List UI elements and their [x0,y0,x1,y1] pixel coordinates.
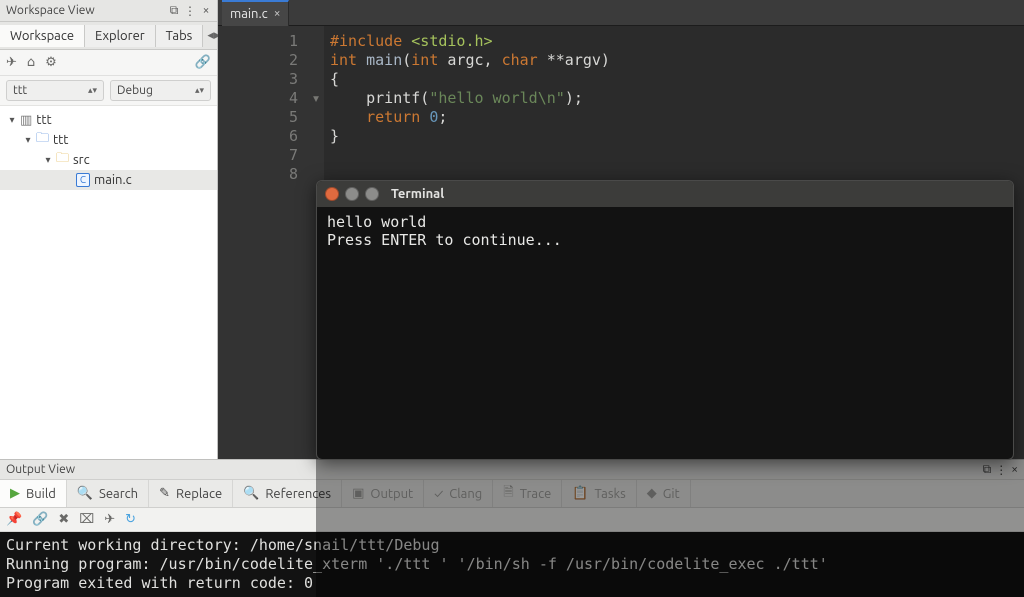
tree-node-label: src [73,153,90,167]
sidebar-tabbar: Workspace Explorer Tabs ◂▸ [0,22,217,50]
editor-tab-main-c[interactable]: main.c × [222,0,289,26]
editor-tabbar: main.c × [218,0,1024,26]
terminal-dim-icon: ▣ [352,486,364,501]
sidebar-selectors: ttt ▴▾ Debug ▴▾ [0,76,217,106]
terminal-body[interactable]: hello world Press ENTER to continue... [317,207,1013,255]
window-minimize-button[interactable] [345,187,359,201]
workspace-icon: ▥ [20,113,32,128]
link-icon[interactable]: 🔗 [32,512,48,527]
refresh-icon[interactable]: ↻ [125,512,136,527]
gear-icon[interactable]: ⚙ [45,55,57,70]
config-selector[interactable]: Debug ▴▾ [110,80,211,101]
pencil-icon: ✎ [159,486,170,501]
editor-tab-label: main.c [230,7,268,21]
panel-menu-icon[interactable]: ⋮ [183,4,197,18]
panel-menu-icon[interactable]: ⋮ [995,463,1007,477]
output-tab-tasks[interactable]: 📋 Tasks [562,480,636,507]
output-view-title: Output View [6,463,75,476]
workspace-view-panel: Workspace View ⧉ ⋮ × Workspace Explorer … [0,0,218,459]
panel-detach-icon[interactable]: ⧉ [983,463,992,477]
folder-yellow-icon: 🗀 [56,149,69,171]
output-tab-label: Trace [520,487,552,501]
output-text[interactable]: Current working directory: /home/snail/t… [0,532,1024,597]
close-icon[interactable]: × [274,7,281,20]
clear-icon[interactable]: ⌧ [79,512,94,527]
plane-icon[interactable]: ✈ [104,512,115,527]
page-dim-icon: 🗎 [503,483,513,505]
panel-close-icon[interactable]: × [1011,463,1018,477]
line-number-gutter: 1 2 3 4 5 6 7 8 [218,26,308,459]
output-tab-label: Replace [176,487,222,501]
panel-close-icon[interactable]: × [199,4,213,18]
output-tab-references[interactable]: 🔍 References [233,480,342,507]
play-green-icon: ▶ [10,486,20,501]
tree-node-label: main.c [94,173,132,187]
tree-node-label: ttt [53,133,68,147]
link-icon[interactable]: 🔗 [195,55,211,70]
output-tab-search[interactable]: 🔍 Search [67,480,149,507]
tree-node-ttt[interactable]: ▾🗀 ttt [0,130,217,150]
window-maximize-button[interactable] [365,187,379,201]
sidebar-toolbar: ✈ ⌂ ⚙ 🔗 [0,50,217,76]
output-tab-label: Git [663,487,680,501]
tree-node-ttt[interactable]: ▾▥ ttt [0,110,217,130]
workspace-view-titlebar: Workspace View ⧉ ⋮ × [0,0,217,22]
terminal-titlebar[interactable]: Terminal [317,181,1013,207]
sidebar-tab-explorer[interactable]: Explorer [85,25,156,47]
project-tree[interactable]: ▾▥ttt▾🗀ttt▾🗀srcCmain.c [0,106,217,459]
output-tab-replace[interactable]: ✎ Replace [149,480,233,507]
plane-icon[interactable]: ✈ [6,55,17,70]
output-tab-label: Search [99,487,138,501]
pin-icon[interactable]: 📌 [6,512,22,527]
output-tab-label: References [265,487,331,501]
output-tab-label: Tasks [594,487,625,501]
config-selector-value: Debug [117,84,153,97]
output-tab-clang[interactable]: ✓ Clang [424,480,493,507]
x-icon[interactable]: ✖ [58,512,69,527]
clipboard-dim-icon: 📋 [572,486,588,501]
terminal-window[interactable]: Terminal hello world Press ENTER to cont… [316,180,1014,460]
output-tab-trace[interactable]: 🗎 Trace [493,480,562,507]
project-selector[interactable]: ttt ▴▾ [6,80,104,101]
magnifier-icon: 🔍 [77,486,93,501]
tree-twisty-icon[interactable]: ▾ [6,114,18,126]
c-file-icon: C [76,173,90,187]
tree-node-main-c[interactable]: Cmain.c [0,170,217,190]
tree-twisty-icon[interactable]: ▾ [42,154,54,166]
terminal-title: Terminal [391,187,444,201]
output-tab-label: Output [370,487,413,501]
output-tabbar: ▶ Build 🔍 Search ✎ Replace 🔍 References ▣ Output ✓… [0,480,1024,508]
project-selector-value: ttt [13,84,27,97]
check-dim-icon: ✓ [434,487,443,501]
output-view-titlebar: Output View ⧉ ⋮ × [0,460,1024,480]
tree-twisty-icon[interactable]: ▾ [22,134,34,146]
chevron-updown-icon: ▴▾ [88,85,97,96]
output-tab-output[interactable]: ▣ Output [342,480,424,507]
output-tab-git[interactable]: ◆ Git [637,480,691,507]
sidebar-tab-tabs[interactable]: Tabs [156,25,204,47]
window-close-button[interactable] [325,187,339,201]
chevron-updown-icon: ▴▾ [195,85,204,96]
git-dim-icon: ◆ [647,486,657,501]
tree-node-src[interactable]: ▾🗀 src [0,150,217,170]
output-tab-label: Build [26,487,56,501]
panel-detach-icon[interactable]: ⧉ [167,4,181,18]
sidebar-tab-workspace[interactable]: Workspace [0,25,85,47]
folder-blue-icon: 🗀 [36,129,49,151]
output-view-panel: Output View ⧉ ⋮ × ▶ Build 🔍 Search ✎ Replace 🔍… [0,459,1024,597]
output-tab-build[interactable]: ▶ Build [0,480,67,507]
tree-node-label: ttt [36,113,51,127]
magnifier-icon: 🔍 [243,486,259,501]
output-toolbar: 📌 🔗 ✖ ⌧ ✈ ↻ [0,508,1024,532]
output-tab-label: Clang [449,487,482,501]
workspace-view-title: Workspace View [6,4,95,17]
home-icon[interactable]: ⌂ [27,55,35,70]
